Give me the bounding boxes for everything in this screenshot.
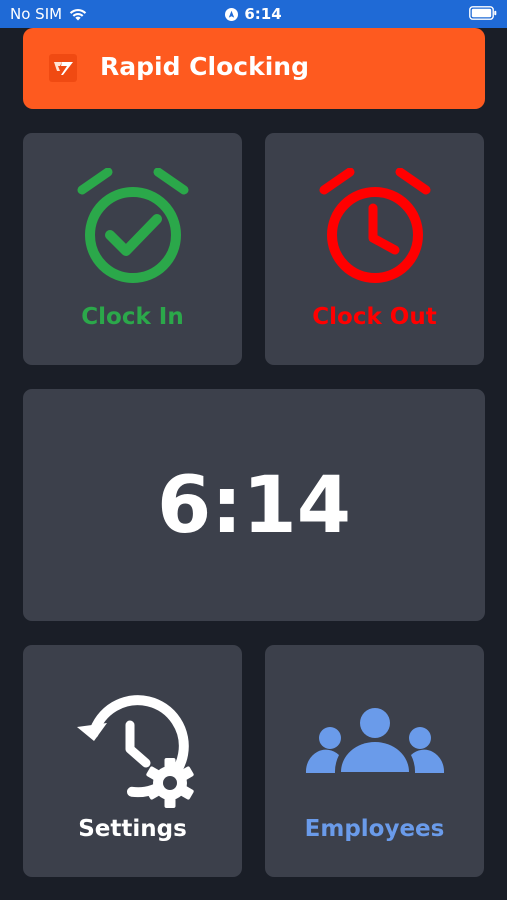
employees-button[interactable]: Employees [265, 645, 484, 877]
clock-in-button[interactable]: Clock In [23, 133, 242, 365]
rapid-clocking-logo [49, 54, 77, 82]
employees-label: Employees [304, 816, 445, 842]
alarm-check-icon [77, 168, 189, 283]
status-center: 6:14 [0, 5, 507, 23]
app-title: Rapid Clocking [100, 52, 309, 81]
settings-label: Settings [78, 816, 187, 842]
status-right [469, 6, 497, 25]
status-bar: No SIM 6:14 [0, 0, 507, 28]
settings-button[interactable]: Settings [23, 645, 242, 877]
clock-out-label: Clock Out [312, 304, 437, 330]
clock-out-button[interactable]: Clock Out [265, 133, 484, 365]
alarm-clock-icon [319, 168, 431, 283]
location-icon [225, 7, 239, 21]
app-header: Rapid Clocking [23, 28, 485, 109]
battery-icon [469, 6, 497, 20]
status-time: 6:14 [244, 5, 282, 23]
group-icon [305, 708, 445, 773]
time-display: 6:14 [23, 389, 485, 621]
clock-in-label: Clock In [81, 304, 184, 330]
current-time: 6:14 [156, 461, 351, 551]
history-gear-icon [77, 695, 194, 808]
